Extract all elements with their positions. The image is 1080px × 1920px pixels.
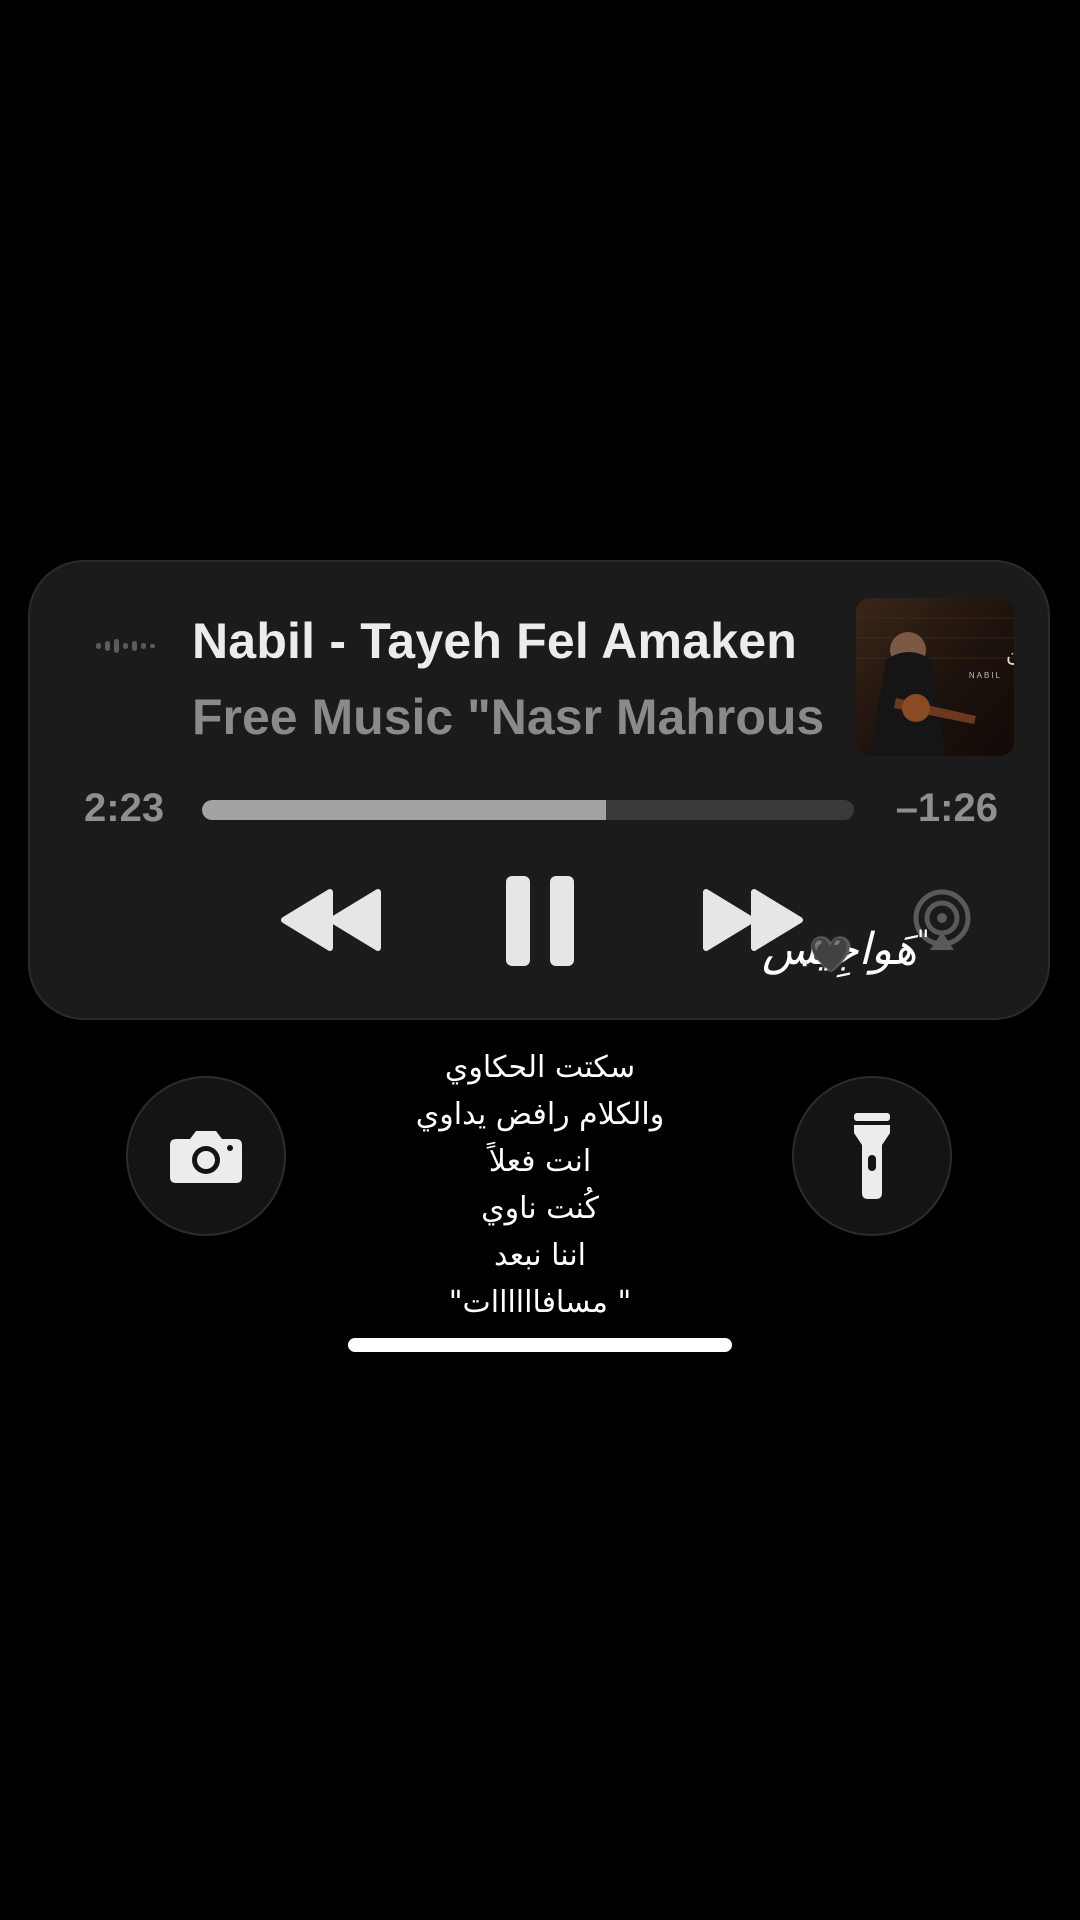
home-indicator[interactable] [348, 1338, 732, 1352]
signature-quote: " [916, 924, 930, 957]
rewind-icon [281, 889, 381, 951]
remaining-time: –1:26 [895, 786, 998, 830]
song-title: Nabil - Tayeh Fel Amaken [192, 613, 797, 669]
heart-emoji: 🖤 [809, 936, 852, 974]
album-art-image: في الأماكن NABIL [856, 598, 1014, 756]
progress-fill [202, 800, 607, 820]
rewind-button[interactable] [280, 888, 384, 952]
album-art-caption: NABIL [969, 671, 1002, 680]
flashlight-icon [854, 1113, 890, 1199]
camera-icon [170, 1131, 242, 1183]
camera-button[interactable] [126, 1076, 286, 1236]
black-heart-icon: .🖤 [800, 935, 852, 975]
flashlight-button[interactable] [792, 1076, 952, 1236]
lyrics-text: سكتت الحكاوي والكلام رافض يداوي انت فعلا… [290, 1044, 790, 1326]
pause-icon [506, 876, 574, 966]
album-art[interactable]: في الأماكن NABIL [856, 598, 1014, 756]
waveform-icon [96, 636, 156, 656]
progress-scrubber[interactable] [202, 800, 854, 820]
lyrics-line: سكتت الحكاوي [444, 1050, 636, 1085]
album-art-title: في الأماكن [1006, 640, 1014, 665]
lyrics-line: والكلام رافض يداوي [415, 1097, 665, 1132]
pause-button[interactable] [502, 874, 578, 968]
lyrics-line: كُنت ناوي [481, 1191, 599, 1226]
elapsed-time: 2:23 [84, 786, 165, 830]
lyrics-line: انت فعلاً [488, 1144, 592, 1179]
lyrics-line: " مسافاااااات" [448, 1285, 632, 1320]
lyrics-line: اننا نبعد [493, 1238, 587, 1273]
song-artist: Free Music "Nasr Mahrous [192, 689, 825, 745]
